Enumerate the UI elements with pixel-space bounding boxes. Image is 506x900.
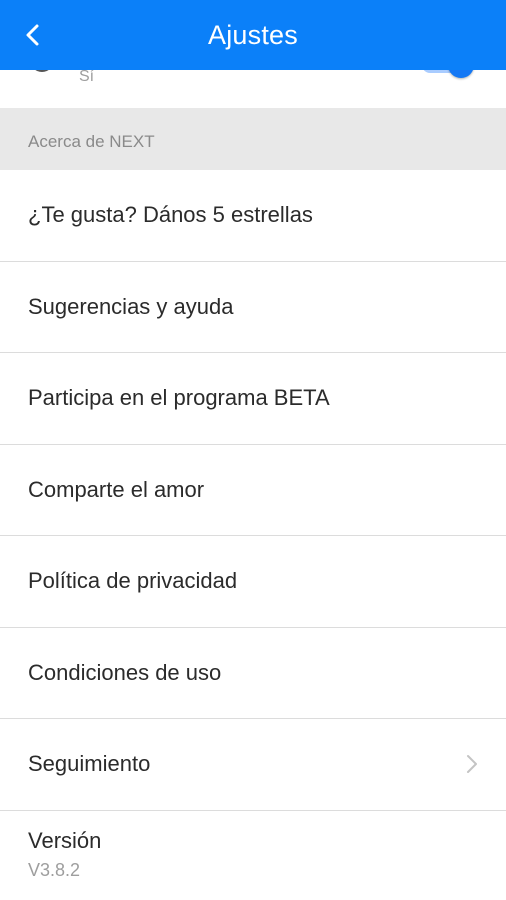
chevron-right-icon [467, 755, 477, 774]
item-label: Participa en el programa BETA [28, 385, 330, 411]
privacy-policy-item[interactable]: Política de privacidad [0, 536, 506, 628]
section-title: Acerca de NEXT [28, 132, 155, 151]
version-info: Versión V3.8.2 [0, 810, 506, 900]
version-title: Versión [28, 828, 102, 853]
item-label: ¿Te gusta? Dános 5 estrellas [28, 202, 313, 228]
item-label: Condiciones de uso [28, 659, 222, 685]
share-item[interactable]: Comparte el amor [0, 444, 506, 536]
section-header: Acerca de NEXT [0, 108, 506, 170]
tracking-item[interactable]: Seguimiento [0, 719, 506, 811]
item-label: Seguimiento [28, 751, 151, 777]
item-label: Comparte el amor [28, 476, 205, 502]
page-title: Ajustes [208, 20, 298, 50]
version-value: V3.8.2 [28, 860, 81, 880]
terms-of-use-item[interactable]: Condiciones de uso [0, 627, 506, 719]
settings-screen: Sí Ajustes Acerca de NEXT ¿Te gusta? Dán… [0, 0, 506, 900]
settings-list: ¿Te gusta? Dános 5 estrellas Sugerencias… [0, 170, 506, 811]
item-label: Política de privacidad [28, 568, 238, 594]
item-label: Sugerencias y ayuda [28, 293, 234, 319]
app-bar: Ajustes [0, 0, 506, 70]
rate-app-item[interactable]: ¿Te gusta? Dános 5 estrellas [0, 170, 506, 262]
beta-program-item[interactable]: Participa en el programa BETA [0, 353, 506, 445]
feedback-help-item[interactable]: Sugerencias y ayuda [0, 261, 506, 353]
setting-subtitle: Sí [79, 68, 95, 85]
